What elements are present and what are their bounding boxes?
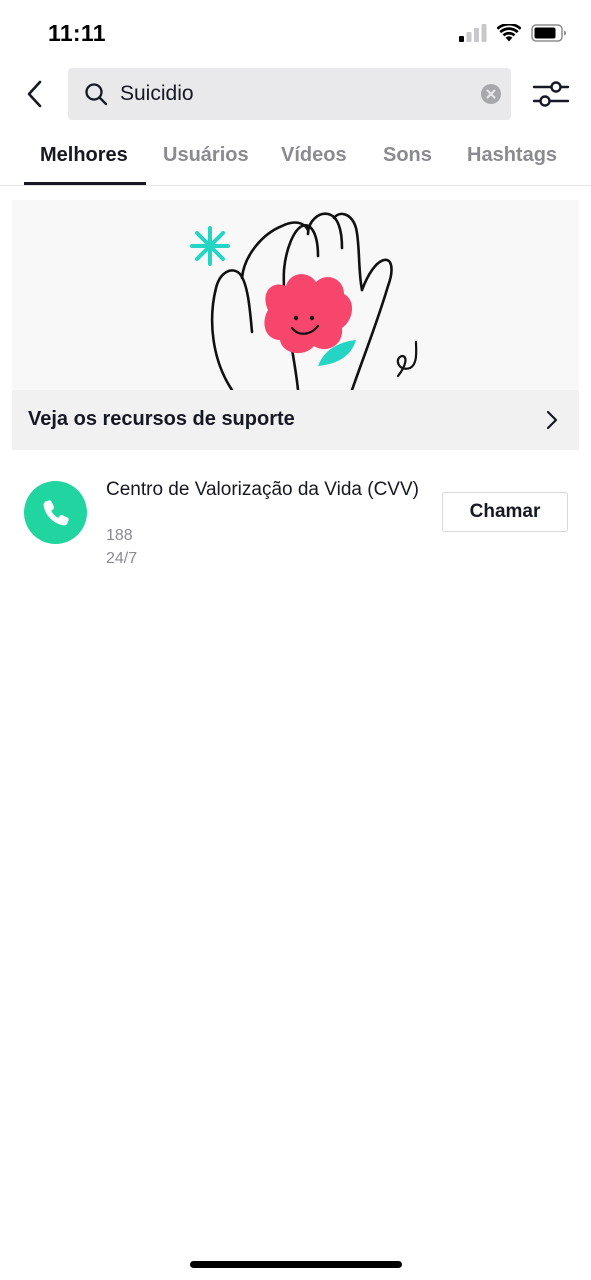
wifi-icon [497,24,521,42]
phone-avatar [24,481,87,544]
support-resources-link[interactable]: Veja os recursos de suporte [12,390,579,450]
status-time: 11:11 [48,20,106,46]
tab-sons[interactable]: Sons [383,144,432,167]
search-icon [85,83,108,106]
filter-icon[interactable] [530,78,572,110]
tab-usuarios[interactable]: Usuários [163,144,249,167]
back-button[interactable] [16,74,52,114]
phone-icon [43,499,69,525]
search-bar-row [0,68,591,120]
home-indicator [190,1261,402,1268]
search-box[interactable] [68,68,511,120]
call-button[interactable]: Chamar [442,492,568,532]
hotline-item: Centro de Valorização da Vida (CVV) 188 … [0,470,591,580]
tab-melhores[interactable]: Melhores [40,144,128,167]
tab-hashtags[interactable]: Hashtags [467,144,557,167]
search-input[interactable] [120,68,450,120]
chevron-left-icon [27,80,42,108]
status-bar: 11:11 [0,0,591,70]
clear-search-icon[interactable] [481,84,501,104]
signal-icon [459,24,487,42]
hotline-hours: 24/7 [106,550,138,567]
support-resources-card: Veja os recursos de suporte [12,200,579,450]
result-tabs: Melhores Usuários Vídeos Sons Hashtags [0,132,591,186]
battery-icon [531,24,566,42]
hotline-number: 188 [106,527,133,544]
active-tab-indicator [24,182,146,185]
support-link-label: Veja os recursos de suporte [28,408,295,430]
hotline-name: Centro de Valorização da Vida (CVV) [106,479,419,500]
hands-flower-illustration [190,212,418,390]
status-icons [459,24,567,42]
chevron-right-icon [546,410,558,430]
tab-videos[interactable]: Vídeos [281,144,347,167]
search-results-screen: 11:11 Suicidio Melhores Usuários Vídeos … [0,0,591,1280]
